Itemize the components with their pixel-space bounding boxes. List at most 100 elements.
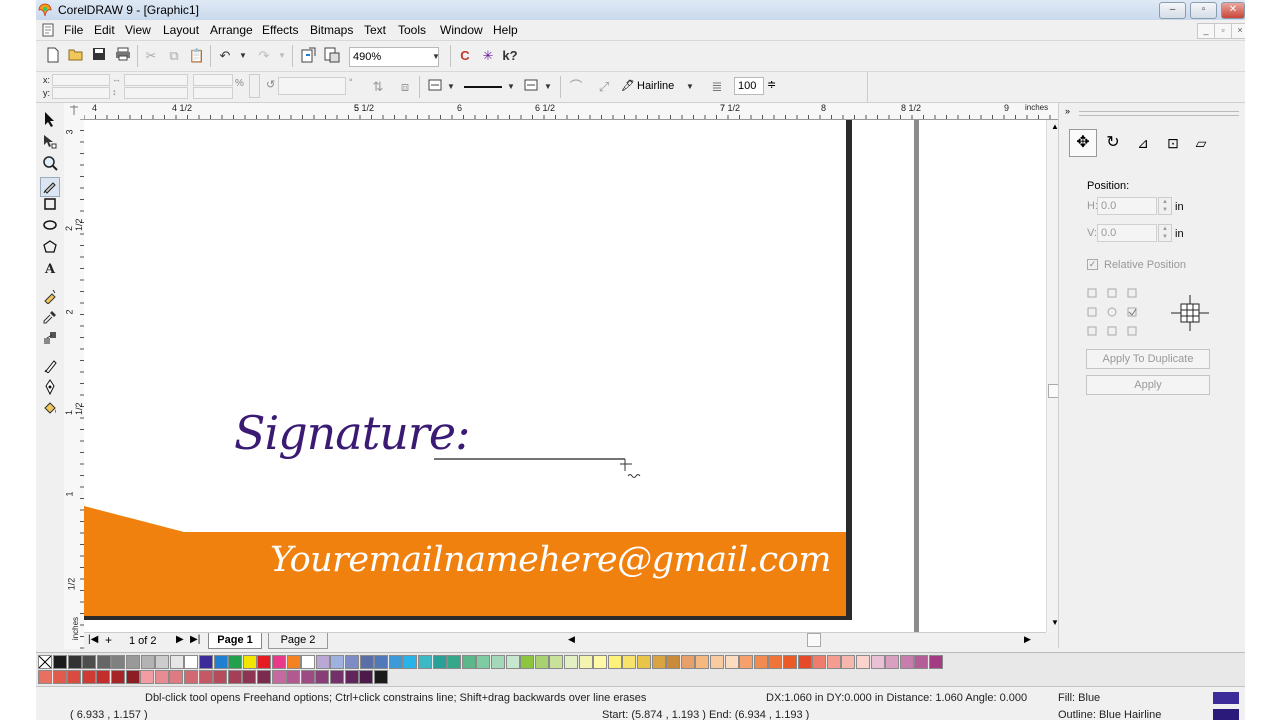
next-page-icon[interactable]: ▶ — [176, 634, 184, 645]
start-arrowhead-selector[interactable] — [426, 78, 444, 96]
relative-position-checkbox[interactable]: ✓ — [1087, 259, 1098, 270]
undo-icon[interactable]: ↶ — [216, 47, 234, 65]
palette-swatch[interactable] — [140, 670, 155, 684]
first-page-icon[interactable]: |◀ — [88, 634, 98, 645]
palette-swatch[interactable] — [82, 655, 97, 669]
palette-swatch[interactable] — [929, 655, 943, 669]
open-folder-icon[interactable] — [67, 47, 85, 65]
palette-swatch[interactable] — [81, 670, 96, 684]
palette-swatch[interactable] — [184, 655, 199, 669]
wrap-text-icon[interactable]: ⤢ — [595, 78, 613, 96]
interactive-blend-tool-icon[interactable] — [40, 288, 60, 308]
palette-swatch[interactable] — [38, 670, 52, 684]
palette-swatch[interactable] — [403, 655, 418, 669]
document-icon[interactable] — [42, 23, 54, 37]
palette-swatch[interactable] — [783, 655, 797, 669]
scale-mirror-mode-icon[interactable]: ⊿ — [1129, 129, 1157, 157]
palette-swatch[interactable] — [797, 655, 812, 669]
scale-percent-field[interactable]: 100 — [734, 77, 764, 95]
palette-swatch[interactable] — [388, 655, 403, 669]
lock-ratio-icon[interactable] — [249, 74, 260, 98]
polygon-tool-icon[interactable] — [40, 239, 60, 259]
skew-mode-icon[interactable]: ▱ — [1187, 129, 1215, 157]
palette-swatch[interactable] — [315, 655, 330, 669]
palette-swatch[interactable] — [564, 655, 578, 669]
corel-online-icon[interactable]: ✳ — [479, 47, 497, 65]
doc-minimize-button[interactable]: _ — [1197, 23, 1215, 39]
scroll-right-icon[interactable]: ▶ — [1024, 634, 1031, 645]
palette-swatch[interactable] — [227, 670, 242, 684]
menu-arrange[interactable]: Arrange — [210, 23, 253, 37]
palette-swatch[interactable] — [447, 655, 462, 669]
palette-swatch[interactable] — [505, 655, 520, 669]
palette-swatch[interactable] — [373, 670, 388, 684]
palette-swatch[interactable] — [53, 655, 67, 669]
palette-swatch[interactable] — [52, 670, 67, 684]
add-page-icon[interactable]: + — [105, 633, 112, 647]
scale-y-field[interactable] — [193, 87, 233, 99]
palette-swatch[interactable] — [67, 655, 82, 669]
end-arrowhead-selector[interactable] — [522, 78, 540, 96]
palette-swatch[interactable] — [184, 670, 198, 684]
freehand-tool-icon[interactable] — [40, 177, 60, 197]
last-page-icon[interactable]: ▶| — [190, 634, 200, 645]
palette-swatch[interactable] — [768, 655, 783, 669]
mirror-icon[interactable]: ⇅ — [369, 78, 387, 96]
palette-swatch[interactable] — [899, 655, 914, 669]
palette-swatch[interactable] — [359, 670, 374, 684]
rotation-field[interactable] — [278, 77, 346, 95]
line-style-dropdown-icon[interactable]: ▼ — [504, 79, 518, 95]
menu-effects[interactable]: Effects — [262, 23, 298, 37]
palette-swatch[interactable] — [125, 670, 140, 684]
palette-swatch[interactable] — [286, 670, 301, 684]
text-wrap-icon[interactable]: ≣ — [708, 78, 726, 96]
copy-icon[interactable]: ⧉ — [165, 47, 183, 65]
import-icon[interactable] — [300, 47, 318, 65]
palette-swatch[interactable] — [198, 670, 213, 684]
palette-swatch[interactable] — [271, 670, 286, 684]
palette-swatch[interactable] — [491, 655, 505, 669]
palette-swatch[interactable] — [301, 655, 316, 669]
outline-width-dropdown-icon[interactable]: ▼ — [683, 79, 697, 95]
interactive-transparency-tool-icon[interactable] — [40, 330, 60, 350]
rectangle-tool-icon[interactable] — [40, 197, 60, 217]
h-position-field[interactable]: 0.0 — [1097, 197, 1157, 215]
whats-this-icon[interactable]: k? — [501, 47, 519, 65]
palette-swatch[interactable] — [300, 670, 315, 684]
menu-file[interactable]: File — [64, 23, 83, 37]
palette-swatch[interactable] — [67, 670, 82, 684]
palette-swatch[interactable] — [111, 670, 125, 684]
h-spinner-icon[interactable]: ▲ ▼ — [1158, 197, 1172, 215]
docker-grip[interactable] — [1079, 111, 1239, 116]
palette-swatch[interactable] — [155, 655, 170, 669]
palette-swatch[interactable] — [812, 655, 827, 669]
palette-swatch[interactable] — [199, 655, 213, 669]
palette-swatch[interactable] — [520, 655, 535, 669]
apply-to-duplicate-button[interactable]: Apply To Duplicate — [1086, 349, 1210, 369]
palette-swatch[interactable] — [126, 655, 140, 669]
palette-swatch[interactable] — [637, 655, 651, 669]
menu-edit[interactable]: Edit — [94, 23, 115, 37]
apply-button[interactable]: Apply — [1086, 375, 1210, 395]
palette-swatch[interactable] — [432, 655, 447, 669]
email-text[interactable]: Youremailnamehere@gmail.com — [270, 540, 831, 580]
palette-swatch[interactable] — [578, 655, 593, 669]
anchor-grid-icon[interactable] — [1086, 287, 1146, 339]
print-icon[interactable] — [114, 47, 132, 65]
outline-color-swatch[interactable] — [1213, 709, 1239, 720]
menu-help[interactable]: Help — [493, 23, 518, 37]
palette-swatch[interactable] — [213, 670, 228, 684]
end-arrowhead-dropdown-icon[interactable]: ▼ — [541, 79, 555, 95]
palette-swatch[interactable] — [710, 655, 724, 669]
palette-swatch[interactable] — [753, 655, 768, 669]
palette-swatch[interactable] — [213, 655, 228, 669]
save-icon[interactable] — [90, 47, 108, 65]
palette-swatch[interactable] — [96, 655, 111, 669]
menu-tools[interactable]: Tools — [398, 23, 426, 37]
palette-swatch[interactable] — [870, 655, 885, 669]
palette-swatch[interactable] — [826, 655, 841, 669]
palette-swatch[interactable] — [154, 670, 169, 684]
palette-swatch[interactable] — [330, 655, 345, 669]
palette-swatch[interactable] — [96, 670, 111, 684]
palette-swatch[interactable] — [242, 655, 257, 669]
